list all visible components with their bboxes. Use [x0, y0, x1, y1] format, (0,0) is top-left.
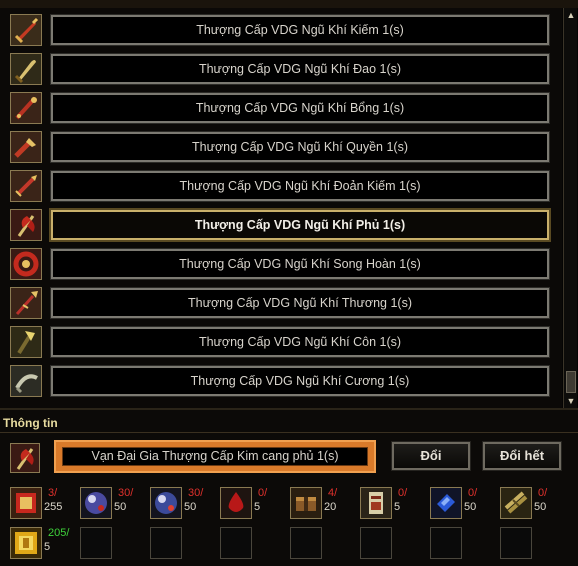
material-have: 30/ — [118, 487, 134, 499]
item-button-selected[interactable]: Thượng Cấp VDG Ngũ Khí Phủ 1(s) — [49, 208, 551, 242]
top-header — [0, 0, 578, 8]
empty-material-slot — [360, 527, 392, 559]
ring-icon — [10, 248, 42, 280]
material-have: 4/ — [328, 487, 338, 499]
item-button[interactable]: Thượng Cấp VDG Ngũ Khí Song Hoàn 1(s) — [50, 248, 550, 280]
material-have: 3/ — [48, 487, 58, 499]
list-item[interactable]: Thượng Cấp VDG Ngũ Khí Cương 1(s) — [10, 363, 550, 401]
sword-icon — [10, 14, 42, 46]
selected-item-name: Vạn Đại Gia Thượng Cấp Kim cang phủ 1(s) — [62, 447, 368, 466]
list-item[interactable]: Thượng Cấp VDG Ngũ Khí Đao 1(s) — [10, 51, 550, 89]
empty-material-slot — [430, 527, 462, 559]
exchange-button[interactable]: Đổi — [391, 441, 471, 471]
gold-token-icon — [10, 527, 42, 559]
item-button[interactable]: Thượng Cấp VDG Ngũ Khí Quyền 1(s) — [50, 131, 550, 163]
material-slot: 0/ 50 — [430, 485, 496, 521]
material-need: 50 — [464, 501, 477, 513]
list-item[interactable]: Thượng Cấp VDG Ngũ Khí Quyền 1(s) — [10, 129, 550, 167]
material-slot: 4/ 20 — [290, 485, 356, 521]
cane-icon — [10, 365, 42, 397]
material-have: 30/ — [188, 487, 204, 499]
bundle-icon — [500, 487, 532, 519]
list-item[interactable]: Thượng Cấp VDG Ngũ Khí Song Hoàn 1(s) — [10, 246, 550, 284]
fist-icon — [10, 131, 42, 163]
material-need: 5 — [44, 541, 51, 553]
list-item[interactable]: Thượng Cấp VDG Ngũ Khí Bổng 1(s) — [10, 90, 550, 128]
list-scrollbar[interactable]: ▲ ▼ — [563, 8, 577, 408]
item-button[interactable]: Thượng Cấp VDG Ngũ Khí Cương 1(s) — [50, 365, 550, 397]
material-have: 0/ — [398, 487, 408, 499]
exchange-all-button[interactable]: Đổi hết — [482, 441, 562, 471]
blue-orb-icon — [150, 487, 182, 519]
material-slot: 0/ 5 — [220, 485, 286, 521]
red-orb-icon — [80, 487, 112, 519]
staff-icon — [10, 92, 42, 124]
scroll-up-icon[interactable]: ▲ — [566, 10, 576, 20]
material-have: 205/ — [48, 527, 70, 539]
material-have: 0/ — [258, 487, 268, 499]
material-need: 5 — [254, 501, 261, 513]
item-button[interactable]: Thượng Cấp VDG Ngũ Khí Kiếm 1(s) — [50, 14, 550, 46]
list-item[interactable]: Thượng Cấp VDG Ngũ Khí Phủ 1(s) — [10, 207, 551, 245]
material-slot: 30/ 50 — [80, 485, 146, 521]
empty-material-slot — [220, 527, 252, 559]
material-have: 0/ — [468, 487, 478, 499]
material-need: 50 — [534, 501, 547, 513]
material-slot: 205/ 5 — [10, 525, 76, 561]
empty-material-slot — [80, 527, 112, 559]
empty-material-slot — [150, 527, 182, 559]
material-slot: 30/ 50 — [150, 485, 216, 521]
empty-material-slot — [290, 527, 322, 559]
blood-drop-icon — [220, 487, 252, 519]
info-divider — [0, 432, 578, 433]
blade-icon — [10, 53, 42, 85]
list-item[interactable]: Thượng Cấp VDG Ngũ Khí Côn 1(s) — [10, 324, 550, 362]
spear-icon — [10, 287, 42, 319]
dagger-icon — [10, 170, 42, 202]
selected-item-frame: Vạn Đại Gia Thượng Cấp Kim cang phủ 1(s) — [54, 440, 376, 473]
item-button[interactable]: Thượng Cấp VDG Ngũ Khí Côn 1(s) — [50, 326, 550, 358]
material-need: 255 — [44, 501, 63, 513]
material-slot: 0/ 5 — [360, 485, 426, 521]
material-need: 20 — [324, 501, 337, 513]
blue-gem-icon — [430, 487, 462, 519]
item-list: Thượng Cấp VDG Ngũ Khí Kiếm 1(s) Thượng … — [0, 8, 562, 408]
item-button[interactable]: Thượng Cấp VDG Ngũ Khí Bổng 1(s) — [50, 92, 550, 124]
material-need: 5 — [394, 501, 401, 513]
material-slot: 3/ 255 — [10, 485, 76, 521]
selected-axe-icon — [10, 443, 40, 473]
material-have: 0/ — [538, 487, 548, 499]
info-panel: Thông tin Vạn Đại Gia Thượng Cấp Kim can… — [0, 410, 578, 566]
empty-material-slot — [500, 527, 532, 559]
axe-icon — [10, 209, 42, 241]
item-button[interactable]: Thượng Cấp VDG Ngũ Khí Đoản Kiếm 1(s) — [50, 170, 550, 202]
material-slot: 0/ 50 — [500, 485, 566, 521]
club-icon — [10, 326, 42, 358]
item-button[interactable]: Thượng Cấp VDG Ngũ Khí Thương 1(s) — [50, 287, 550, 319]
box-icon — [290, 487, 322, 519]
scroll-icon — [360, 487, 392, 519]
list-item[interactable]: Thượng Cấp VDG Ngũ Khí Đoản Kiếm 1(s) — [10, 168, 550, 206]
item-button[interactable]: Thượng Cấp VDG Ngũ Khí Đao 1(s) — [50, 53, 550, 85]
info-title: Thông tin — [3, 416, 58, 430]
scroll-thumb[interactable] — [566, 371, 576, 393]
list-item[interactable]: Thượng Cấp VDG Ngũ Khí Thương 1(s) — [10, 285, 550, 323]
list-item[interactable]: Thượng Cấp VDG Ngũ Khí Kiếm 1(s) — [10, 12, 550, 50]
material-need: 50 — [184, 501, 197, 513]
red-token-icon — [10, 487, 42, 519]
scroll-down-icon[interactable]: ▼ — [566, 396, 576, 406]
material-need: 50 — [114, 501, 127, 513]
